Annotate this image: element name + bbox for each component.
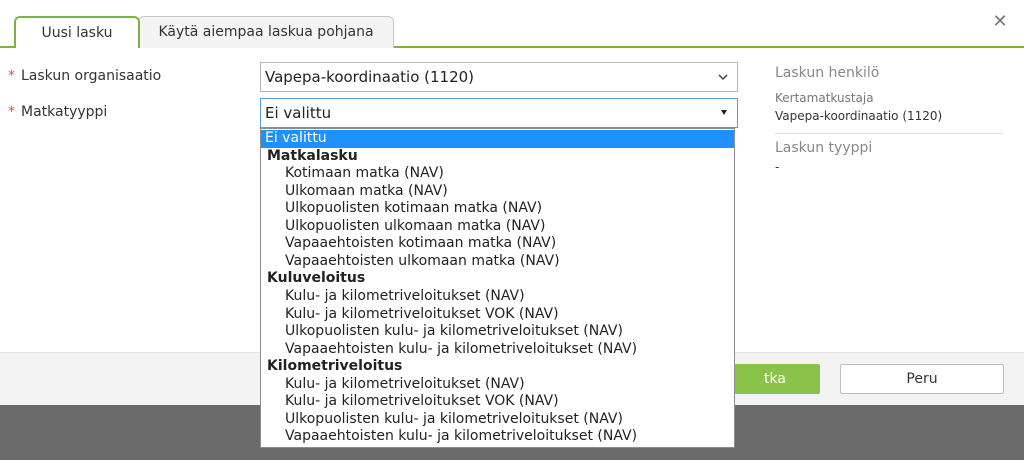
trip-type-select-value: Ei valittu <box>265 104 332 122</box>
close-icon[interactable]: ✕ <box>990 12 1010 32</box>
trip-type-label: * Matkatyyppi <box>8 104 107 120</box>
dropdown-option[interactable]: Kulu- ja kilometriveloitukset VOK (NAV) <box>261 306 734 324</box>
dropdown-option[interactable]: Kulu- ja kilometriveloitukset (NAV) <box>261 376 734 394</box>
dropdown-group-header: Matkalasku <box>267 147 358 164</box>
create-button-label: tka <box>764 371 786 387</box>
dropdown-option[interactable]: Vapaaehtoisten ulkomaan matka (NAV) <box>261 253 734 271</box>
dropdown-option[interactable]: Ulkopuolisten ulkomaan matka (NAV) <box>261 218 734 236</box>
tab-bar: Uusi lasku Käytä aiempaa laskua pohjana … <box>0 0 1024 48</box>
side-person-title: Laskun henkilö <box>775 65 880 81</box>
dropdown-option[interactable]: Kotimaan matka (NAV) <box>261 165 734 183</box>
side-type-title: Laskun tyyppi <box>775 140 873 156</box>
dropdown-option[interactable]: Ulkomaan matka (NAV) <box>261 183 734 201</box>
required-mark: * <box>8 68 15 84</box>
tab-use-previous-invoice[interactable]: Käytä aiempaa laskua pohjana <box>138 16 394 48</box>
side-divider <box>775 133 1003 134</box>
dropdown-option[interactable]: Vapaaehtoisten kulu- ja kilometriveloitu… <box>261 428 734 446</box>
dropdown-option[interactable]: Kulu- ja kilometriveloitukset (NAV) <box>261 288 734 306</box>
org-select-value: Vapepa-koordinaatio (1120) <box>265 68 475 86</box>
trip-type-label-text: Matkatyyppi <box>21 104 108 120</box>
org-label-text: Laskun organisaatio <box>21 68 162 84</box>
side-person-role: Kertamatkustaja <box>775 91 874 105</box>
trip-type-dropdown-list[interactable]: Ei valittu Matkalasku Kotimaan matka (NAV)… <box>260 128 735 448</box>
dropdown-option[interactable]: Ulkopuolisten kulu- ja kilometriveloituk… <box>261 323 734 341</box>
side-type-value: - <box>775 160 780 174</box>
dropdown-group-header: Kilometriveloitus <box>267 358 403 375</box>
dropdown-option[interactable]: Ulkopuolisten kotimaan matka (NAV) <box>261 200 734 218</box>
tab-new-invoice[interactable]: Uusi lasku <box>14 16 140 48</box>
dropdown-option[interactable]: Kulu- ja kilometriveloitukset VOK (NAV) <box>261 393 734 411</box>
side-person: Laskun henkilö Kertamatkustaja Vapepa-ko… <box>775 65 1003 123</box>
required-mark: * <box>8 104 15 120</box>
dropdown-option[interactable]: Ulkopuolisten kulu- ja kilometriveloituk… <box>261 411 734 429</box>
side-person-org: Vapepa-koordinaatio (1120) <box>775 109 943 123</box>
chevron-down-icon <box>717 63 729 101</box>
dropdown-option[interactable]: Vapaaehtoisten kulu- ja kilometriveloitu… <box>261 341 734 359</box>
org-label: * Laskun organisaatio <box>8 68 161 84</box>
cancel-button[interactable]: Peru <box>840 364 1004 394</box>
side-type: Laskun tyyppi - <box>775 140 1003 174</box>
dropdown-option[interactable]: Vapaaehtoisten kotimaan matka (NAV) <box>261 235 734 253</box>
dropdown-option[interactable]: Ei valittu <box>261 130 734 148</box>
dropdown-group-header: Kuluveloitus <box>267 270 366 287</box>
org-select[interactable]: Vapepa-koordinaatio (1120) <box>260 62 738 92</box>
trip-type-select[interactable]: Ei valittu <box>260 98 738 128</box>
